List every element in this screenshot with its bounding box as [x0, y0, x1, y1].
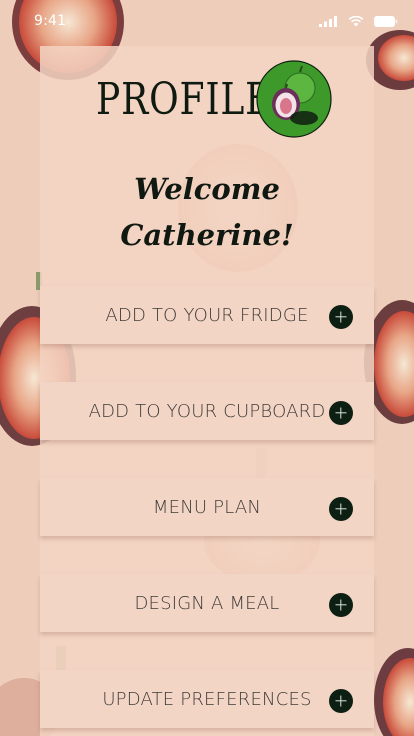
- plus-circle-icon[interactable]: [329, 305, 353, 329]
- status-time: 9:41: [34, 13, 67, 29]
- plus-circle-icon[interactable]: [329, 593, 353, 617]
- fig-icon[interactable]: [256, 60, 332, 138]
- welcome-greeting: Welcome: [134, 172, 280, 206]
- add-to-fridge-label: ADD TO YOUR FRIDGE: [105, 305, 309, 326]
- update-preferences-button[interactable]: UPDATE PREFERENCES: [40, 670, 374, 728]
- page-title: PROFILE: [96, 74, 273, 125]
- signal-icon: [319, 16, 338, 27]
- plus-circle-icon[interactable]: [329, 497, 353, 521]
- add-to-cupboard-label: ADD TO YOUR CUPBOARD: [88, 401, 326, 422]
- welcome-message: Welcome Catherine!: [40, 166, 374, 258]
- add-to-cupboard-button[interactable]: ADD TO YOUR CUPBOARD: [40, 382, 374, 440]
- menu-plan-label: MENU PLAN: [152, 497, 262, 518]
- plus-circle-icon[interactable]: [329, 401, 353, 425]
- menu-plan-button[interactable]: MENU PLAN: [40, 478, 374, 536]
- design-a-meal-button[interactable]: DESIGN A MEAL: [40, 574, 374, 632]
- update-preferences-label: UPDATE PREFERENCES: [102, 689, 312, 710]
- status-bar: 9:41: [0, 0, 414, 44]
- add-to-fridge-button[interactable]: ADD TO YOUR FRIDGE: [40, 286, 374, 344]
- profile-screen: 9:41 PROFILE Welcome Catherine! ADD TO Y…: [0, 0, 414, 736]
- battery-icon: [374, 16, 398, 27]
- wifi-icon: [348, 16, 363, 27]
- design-a-meal-label: DESIGN A MEAL: [134, 593, 280, 614]
- plus-circle-icon[interactable]: [329, 689, 353, 713]
- welcome-username: Catherine!: [120, 218, 294, 252]
- status-icons: [313, 16, 398, 28]
